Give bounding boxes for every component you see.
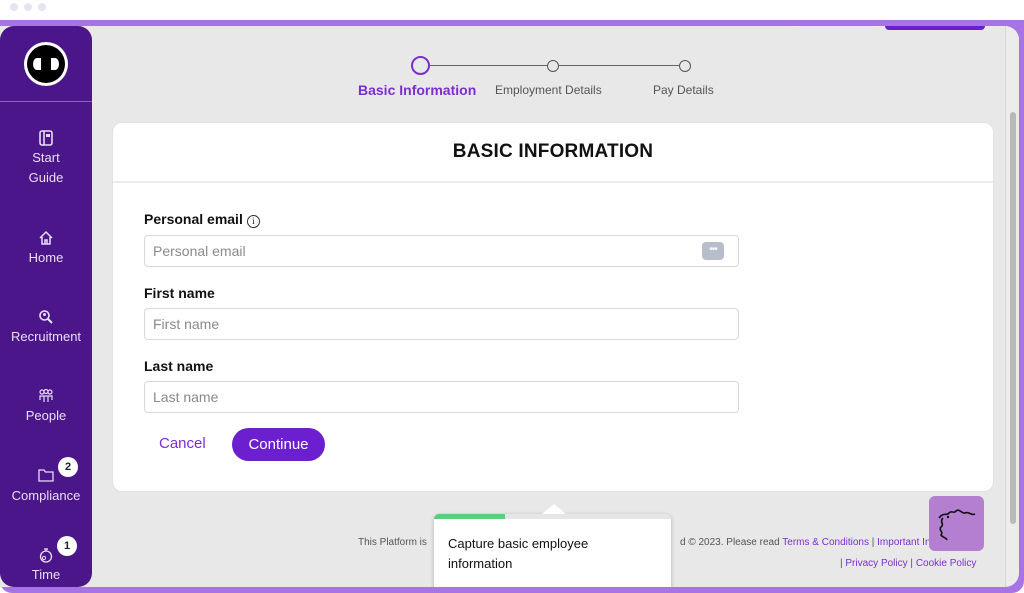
sidebar-item-label: Time	[31, 567, 61, 582]
cookie-policy-link[interactable]: Cookie Policy	[916, 558, 977, 569]
book-icon	[38, 130, 54, 146]
tooltip-text: Capture basic employee information	[448, 536, 589, 571]
time-notification-badge: 1	[57, 536, 77, 556]
sidebar-item-time[interactable]: Time	[0, 547, 92, 585]
last-name-label: Last name	[144, 358, 214, 374]
footer-separator: |	[910, 558, 914, 569]
onboarding-tooltip: Capture basic employee information	[434, 504, 671, 587]
personal-email-label: Personal email i	[144, 211, 260, 228]
window-controls	[10, 3, 46, 11]
first-name-input[interactable]	[144, 308, 739, 340]
people-icon	[38, 388, 54, 404]
sidebar-item-recruitment[interactable]: Recruitment	[0, 309, 92, 347]
step-label-pay-details[interactable]: Pay Details	[653, 83, 714, 97]
tooltip-arrow	[542, 504, 566, 514]
info-icon[interactable]: i	[246, 215, 260, 228]
tour-progress-fill	[434, 514, 506, 519]
footer-separator: |	[840, 558, 843, 569]
mascot-icon	[938, 509, 976, 541]
first-name-label: First name	[144, 285, 215, 301]
footer-copyright-text: d © 2023. Please read	[680, 537, 780, 548]
app-window: Start Guide Home Recruitment People Comp…	[0, 26, 1019, 587]
password-manager-icon[interactable]: •••	[702, 242, 724, 260]
step-indicator-active[interactable]	[411, 56, 430, 75]
stopwatch-icon	[38, 547, 54, 563]
window-close-button[interactable]	[10, 3, 18, 11]
form-title: BASIC INFORMATION	[452, 141, 654, 162]
window-titlebar	[0, 0, 1024, 20]
sidebar-item-people[interactable]: People	[0, 388, 92, 426]
sidebar-item-compliance[interactable]: Compliance	[0, 468, 92, 506]
personal-email-input[interactable]	[144, 235, 739, 267]
search-person-icon	[38, 309, 54, 325]
cancel-button[interactable]: Cancel	[159, 435, 206, 452]
step-indicator[interactable]	[679, 60, 691, 72]
window-maximize-button[interactable]	[38, 3, 46, 11]
privacy-policy-link[interactable]: Privacy Policy	[845, 558, 907, 569]
progress-stepper: Basic Information Employment Details Pay…	[350, 40, 730, 98]
compliance-notification-badge: 2	[58, 457, 78, 477]
sidebar-item-label: Guide	[28, 170, 64, 185]
step-indicator[interactable]	[547, 60, 559, 72]
sidebar-item-label: Compliance	[11, 488, 81, 503]
folder-icon	[38, 468, 54, 484]
app-logo[interactable]	[24, 41, 68, 86]
basic-information-form: BASIC INFORMATION Personal emaili ••• Fi…	[112, 122, 994, 492]
help-chat-widget[interactable]	[929, 496, 984, 551]
vertical-scrollbar[interactable]	[1005, 26, 1019, 587]
sidebar-item-start-guide[interactable]: Start Guide	[0, 130, 92, 188]
form-header: BASIC INFORMATION	[113, 123, 993, 183]
footer-separator: |	[871, 537, 875, 548]
sidebar-item-label: People	[25, 408, 67, 423]
step-connector	[430, 65, 548, 66]
sidebar-item-label: Recruitment	[10, 329, 82, 344]
logo-mark-icon	[27, 44, 65, 83]
sidebar: Start Guide Home Recruitment People Comp…	[0, 26, 92, 587]
footer-policies: | Privacy Policy | Cookie Policy	[840, 558, 976, 569]
window-minimize-button[interactable]	[24, 3, 32, 11]
logo-container	[0, 26, 92, 102]
sidebar-item-home[interactable]: Home	[0, 230, 92, 268]
top-primary-action[interactable]	[885, 26, 985, 30]
tour-progress-bar	[434, 514, 671, 519]
last-name-input[interactable]	[144, 381, 739, 413]
step-label-basic-information[interactable]: Basic Information	[358, 82, 476, 98]
home-icon	[38, 230, 54, 246]
sidebar-item-label: Start	[32, 150, 60, 165]
terms-link[interactable]: Terms & Conditions	[782, 537, 869, 548]
top-secondary-action[interactable]	[795, 26, 875, 29]
sidebar-item-label: Home	[28, 250, 64, 265]
scrollbar-thumb[interactable]	[1010, 112, 1016, 524]
footer-text: This Platform is	[358, 537, 427, 548]
continue-button[interactable]: Continue	[232, 428, 325, 461]
step-connector	[559, 65, 683, 66]
step-label-employment-details[interactable]: Employment Details	[495, 83, 602, 97]
personal-email-label-text: Personal email	[144, 211, 243, 227]
